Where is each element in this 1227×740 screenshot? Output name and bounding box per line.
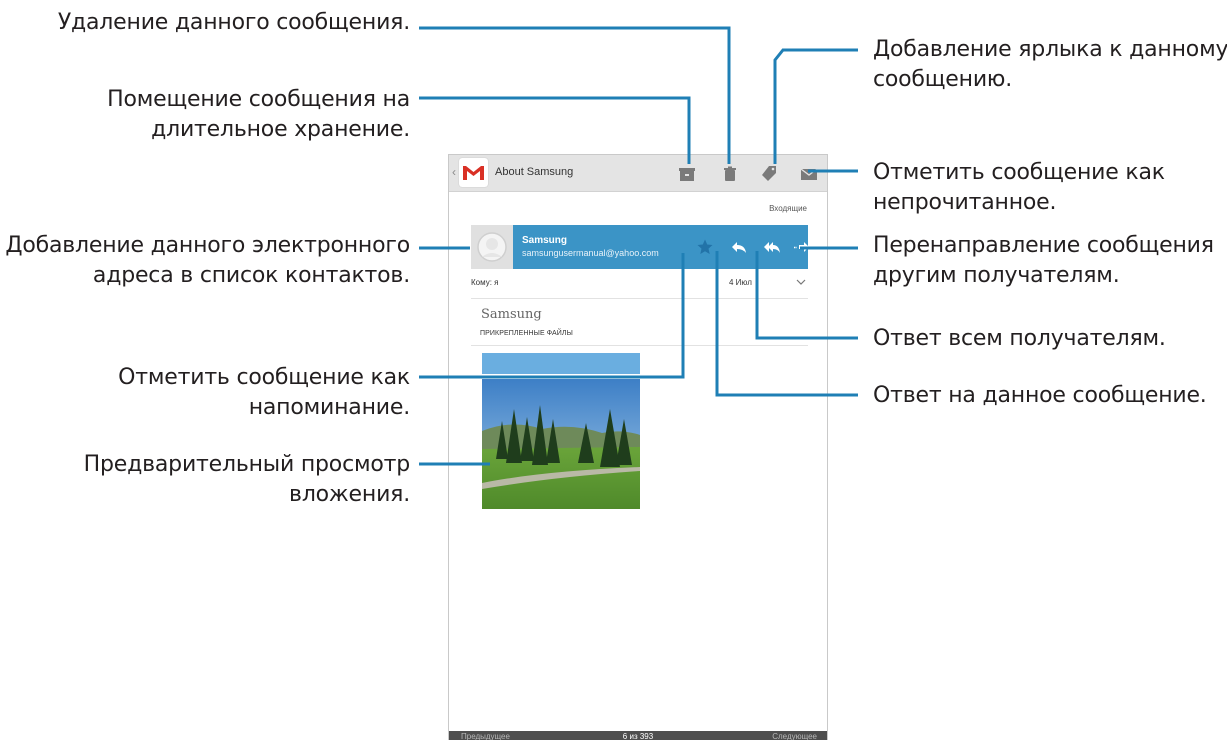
leader-line-delete — [419, 26, 731, 164]
leader-line-reply-all — [755, 251, 858, 340]
leader-line-archive — [419, 96, 691, 164]
leader-line-label — [773, 48, 858, 164]
leader-lines — [419, 26, 858, 466]
leader-line-star — [419, 253, 685, 379]
leader-line-reply — [715, 251, 858, 397]
